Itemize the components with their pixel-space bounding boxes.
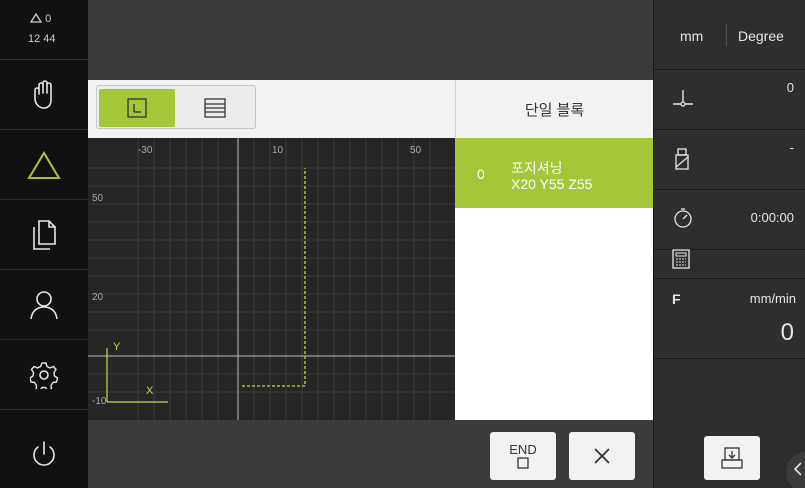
documents-icon bbox=[33, 219, 56, 250]
axis-y-label: Y bbox=[113, 341, 121, 353]
sidebar-item-manual[interactable] bbox=[0, 60, 88, 130]
import-icon bbox=[721, 447, 743, 469]
cancel-button[interactable] bbox=[569, 432, 635, 480]
units-bar: mm Degree bbox=[654, 0, 805, 70]
sidebar-item-program[interactable] bbox=[0, 200, 88, 270]
hand-icon bbox=[34, 79, 52, 109]
unit-angle[interactable]: Degree bbox=[738, 28, 784, 44]
feed-unit: mm/min bbox=[749, 291, 796, 306]
end-button[interactable]: END bbox=[490, 432, 556, 480]
unit-length[interactable]: mm bbox=[680, 28, 703, 44]
blocks-header-title: 단일 블록 bbox=[524, 101, 585, 119]
bottom-bar: END bbox=[88, 420, 653, 488]
feed-label: F bbox=[672, 291, 681, 307]
reference-point-icon bbox=[673, 90, 693, 107]
unit-divider bbox=[726, 24, 727, 46]
axis-x-label: X bbox=[146, 385, 154, 397]
top-bar bbox=[88, 0, 653, 80]
list-view-icon bbox=[204, 98, 226, 118]
power-icon bbox=[33, 441, 55, 466]
status-panel: mm Degree 0 - 0:00:00 F mm/min 0 bbox=[653, 0, 805, 488]
blocks-header: 단일 블록 bbox=[455, 80, 653, 138]
stop-square-icon bbox=[517, 457, 529, 469]
gear-icon bbox=[30, 361, 58, 389]
y-tick-label: 50 bbox=[92, 193, 104, 204]
block-number: 0 bbox=[477, 166, 485, 182]
y-tick-label: -10 bbox=[92, 396, 107, 407]
y-tick-label: 20 bbox=[92, 292, 104, 303]
position-value: 0 bbox=[786, 80, 794, 95]
clock: 12 44 bbox=[28, 33, 56, 45]
tool-value: - bbox=[789, 140, 794, 155]
view-toggle-group bbox=[96, 85, 256, 129]
graphic-view-icon bbox=[127, 98, 147, 118]
triangle-icon bbox=[27, 150, 61, 179]
close-icon bbox=[594, 448, 610, 464]
tool-icon bbox=[675, 148, 689, 170]
warning-counter[interactable]: 0 bbox=[29, 12, 52, 25]
feed-value: 0 bbox=[780, 319, 794, 346]
list-view-button[interactable] bbox=[177, 89, 253, 127]
tool-row[interactable]: - bbox=[654, 130, 805, 190]
chevron-left-icon bbox=[793, 462, 802, 476]
end-label: END bbox=[509, 442, 537, 457]
block-params: X20 Y55 Z55 bbox=[511, 176, 593, 192]
view-toolbar bbox=[88, 80, 455, 138]
status-area: 0 12 44 bbox=[0, 0, 88, 60]
sidebar-item-mdi[interactable] bbox=[0, 130, 88, 200]
feed-row[interactable]: F mm/min 0 bbox=[654, 279, 805, 359]
warning-triangle-icon bbox=[29, 12, 43, 23]
x-tick-label: 10 bbox=[272, 145, 284, 156]
list-item[interactable]: 0 포지셔닝 X20 Y55 Z55 bbox=[455, 138, 653, 208]
sidebar-item-user[interactable] bbox=[0, 270, 88, 340]
block-title: 포지셔닝 bbox=[511, 160, 563, 176]
x-tick-label: 50 bbox=[410, 145, 422, 156]
take-position-button[interactable] bbox=[704, 436, 760, 480]
position-row[interactable]: 0 bbox=[654, 70, 805, 130]
tool-path-dashed bbox=[242, 168, 306, 387]
path-graphic bbox=[88, 138, 455, 420]
graphic-view[interactable]: -30 10 50 50 20 -10 Y X bbox=[88, 138, 455, 420]
graphic-view-button[interactable] bbox=[99, 89, 175, 127]
user-icon bbox=[30, 290, 58, 319]
block-content: 포지셔닝 X20 Y55 Z55 bbox=[511, 160, 592, 192]
x-tick-label: -30 bbox=[138, 145, 153, 156]
sidebar: 0 12 44 bbox=[0, 0, 88, 488]
calculator-icon bbox=[672, 249, 690, 269]
panel-toggle-button[interactable] bbox=[786, 452, 805, 488]
blocks-list: 0 포지셔닝 X20 Y55 Z55 bbox=[455, 138, 653, 420]
warning-count: 0 bbox=[45, 13, 52, 25]
sidebar-item-power[interactable] bbox=[0, 420, 88, 488]
right-bottom-bar bbox=[654, 420, 805, 488]
sidebar-item-settings[interactable] bbox=[0, 340, 88, 410]
calculator-row[interactable] bbox=[654, 219, 805, 279]
